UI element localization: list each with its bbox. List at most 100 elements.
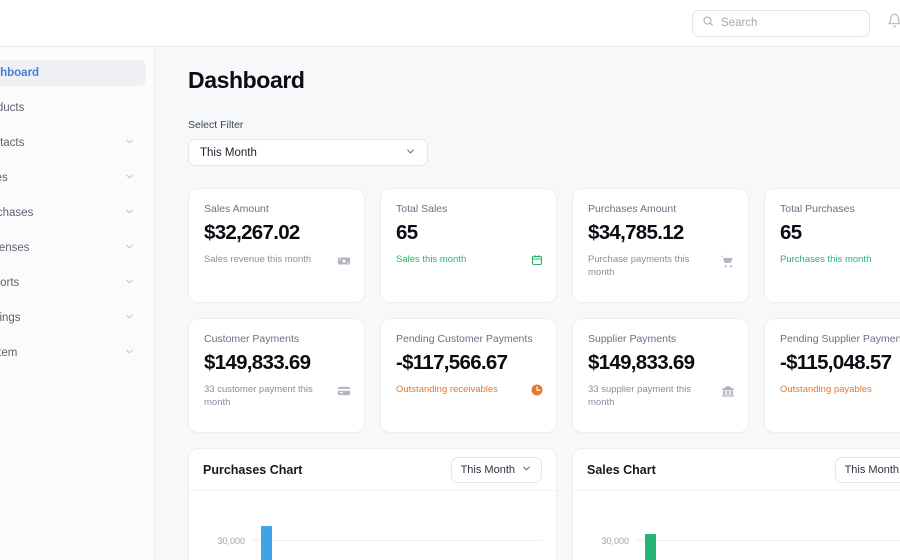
stat-card-footer-text: 33 supplier payment this month <box>588 384 691 408</box>
stat-card-value: $34,785.12 <box>588 221 684 244</box>
sidebar: Dashboard Products Contacts Sales Purchases E… <box>0 47 155 560</box>
sidebar-item-products[interactable]: Products <box>0 95 146 121</box>
chart-gridline <box>636 540 900 541</box>
chart-title: Sales Chart <box>587 462 656 477</box>
chart-filter-select[interactable]: This Month <box>834 456 900 483</box>
sidebar-item-purchases[interactable]: Purchases <box>0 200 146 226</box>
sidebar-item-label: Contacts <box>0 137 25 149</box>
stat-card-value: -$115,048.57 <box>780 351 892 374</box>
chevron-down-icon <box>124 171 135 185</box>
stat-card-footer-text: Purchases this month <box>780 254 872 265</box>
chevron-down-icon <box>124 346 135 360</box>
stat-card-title: Purchases Amount <box>588 203 677 215</box>
sidebar-item-label: Dashboard <box>0 67 40 79</box>
sidebar-item-contacts[interactable]: Contacts <box>0 130 146 156</box>
stat-card-title: Supplier Payments <box>588 333 677 345</box>
bell-icon <box>887 13 900 33</box>
chart-gridline <box>252 540 542 541</box>
search-icon <box>702 14 714 32</box>
stat-card-footer-text: Sales this month <box>396 254 467 265</box>
bank-icon <box>721 384 735 402</box>
stat-card-title: Pending Supplier Payments <box>780 333 900 345</box>
chevron-down-icon <box>405 146 416 160</box>
stat-card-value: -$117,566.67 <box>396 351 508 374</box>
sidebar-item-label: Sales <box>0 172 8 184</box>
clock-icon <box>531 384 543 400</box>
credit-card-icon <box>337 384 351 402</box>
stat-card-value: 65 <box>780 221 802 244</box>
chart-plot-area: 30,00020,000 <box>587 509 900 560</box>
stat-card-footer: 33 supplier payment this month <box>588 383 735 409</box>
filter-label: Select Filter <box>188 119 244 131</box>
sidebar-item-reports[interactable]: Reports <box>0 270 146 296</box>
stat-card: Total Purchases 65 Purchases this month <box>764 188 900 303</box>
stat-card-title: Sales Amount <box>204 203 269 215</box>
stat-card: Pending Customer Payments -$117,566.67 Out… <box>380 318 557 433</box>
sidebar-item-label: Settings <box>0 312 21 324</box>
chart-title: Purchases Chart <box>203 462 303 477</box>
stat-card-title: Total Sales <box>396 203 448 215</box>
filter-select-value: This Month <box>200 146 257 159</box>
chart-filter-select[interactable]: This Month <box>450 456 542 483</box>
stat-card-value: $149,833.69 <box>204 351 311 374</box>
chart-filter-value: This Month <box>844 463 899 476</box>
sidebar-item-label: Reports <box>0 277 20 289</box>
stat-card-footer: Outstanding payables <box>780 383 900 400</box>
stat-card: Sales Amount $32,267.02 Sales revenue this… <box>188 188 365 303</box>
chart-header: Purchases Chart This Month <box>189 449 556 491</box>
chart-y-tick-label: 30,000 <box>601 535 629 546</box>
chart-y-tick: 30,000 <box>203 536 542 546</box>
search-input[interactable] <box>721 17 860 29</box>
sidebar-item-settings[interactable]: Settings <box>0 305 146 331</box>
sidebar-item-sales[interactable]: Sales <box>0 165 146 191</box>
stat-card-value: $149,833.69 <box>588 351 695 374</box>
chart-card: Sales Chart This Month 30,00020,000 <box>572 448 900 560</box>
filter-select[interactable]: This Month <box>188 139 428 166</box>
stat-card-title: Customer Payments <box>204 333 300 345</box>
stat-card-footer: Outstanding receivables <box>396 383 543 400</box>
search-box[interactable] <box>692 9 870 37</box>
dashboard-app: Dashboard Products Contacts Sales Purchases E… <box>0 0 900 560</box>
stat-card: Pending Supplier Payments -$115,048.57 Out… <box>764 318 900 433</box>
chart-y-tick-label: 30,000 <box>217 535 245 546</box>
chevron-down-icon <box>124 206 135 220</box>
chevron-down-icon <box>521 463 532 477</box>
calendar-icon <box>531 254 543 270</box>
stat-card-title: Pending Customer Payments <box>396 333 533 345</box>
chart-body: 30,00020,000 <box>573 491 900 560</box>
stat-card-footer-text: 33 customer payment this month <box>204 384 313 408</box>
chart-bar[interactable] <box>261 525 272 560</box>
shopping-cart-icon <box>720 254 735 273</box>
stat-card-footer-text: Outstanding receivables <box>396 384 498 395</box>
chart-body: 30,00020,000 <box>189 491 556 560</box>
stat-card-footer: Purchases this month <box>780 253 900 270</box>
stat-card: Purchases Amount $34,785.12 Purchase payme… <box>572 188 749 303</box>
stat-cards-row-1: Sales Amount $32,267.02 Sales revenue this… <box>188 188 900 303</box>
stat-cards-row-2: Customer Payments $149,833.69 33 customer … <box>188 318 900 433</box>
chevron-down-icon <box>124 311 135 325</box>
sidebar-item-expenses[interactable]: Expenses <box>0 235 146 261</box>
chevron-down-icon <box>124 276 135 290</box>
stat-card-footer: Sales revenue this month <box>204 253 351 272</box>
chart-bar[interactable] <box>645 534 656 560</box>
sidebar-item-label: Purchases <box>0 207 34 219</box>
sidebar-nav: Dashboard Products Contacts Sales Purchases E… <box>0 60 154 366</box>
stat-card-footer-text: Sales revenue this month <box>204 254 312 265</box>
chart-card: Purchases Chart This Month 30,00020,000 <box>188 448 557 560</box>
stat-card: Supplier Payments $149,833.69 33 supplier … <box>572 318 749 433</box>
sidebar-item-dashboard[interactable]: Dashboard <box>0 60 146 86</box>
chart-filter-value: This Month <box>460 463 515 476</box>
chart-header: Sales Chart This Month <box>573 449 900 491</box>
sidebar-item-label: System <box>0 347 18 359</box>
stat-card-value: $32,267.02 <box>204 221 300 244</box>
chevron-down-icon <box>124 136 135 150</box>
stat-card-footer: Purchase payments this month <box>588 253 735 279</box>
banknote-icon <box>337 254 351 272</box>
sidebar-item-system[interactable]: System <box>0 340 146 366</box>
notifications-button[interactable] <box>882 11 900 35</box>
chart-plot-area: 30,00020,000 <box>203 509 542 560</box>
stat-card-title: Total Purchases <box>780 203 855 215</box>
main-content: Dashboard Select Filter This Month Sales… <box>155 47 900 560</box>
sidebar-item-label: Expenses <box>0 242 30 254</box>
stat-card-footer: Sales this month <box>396 253 543 270</box>
